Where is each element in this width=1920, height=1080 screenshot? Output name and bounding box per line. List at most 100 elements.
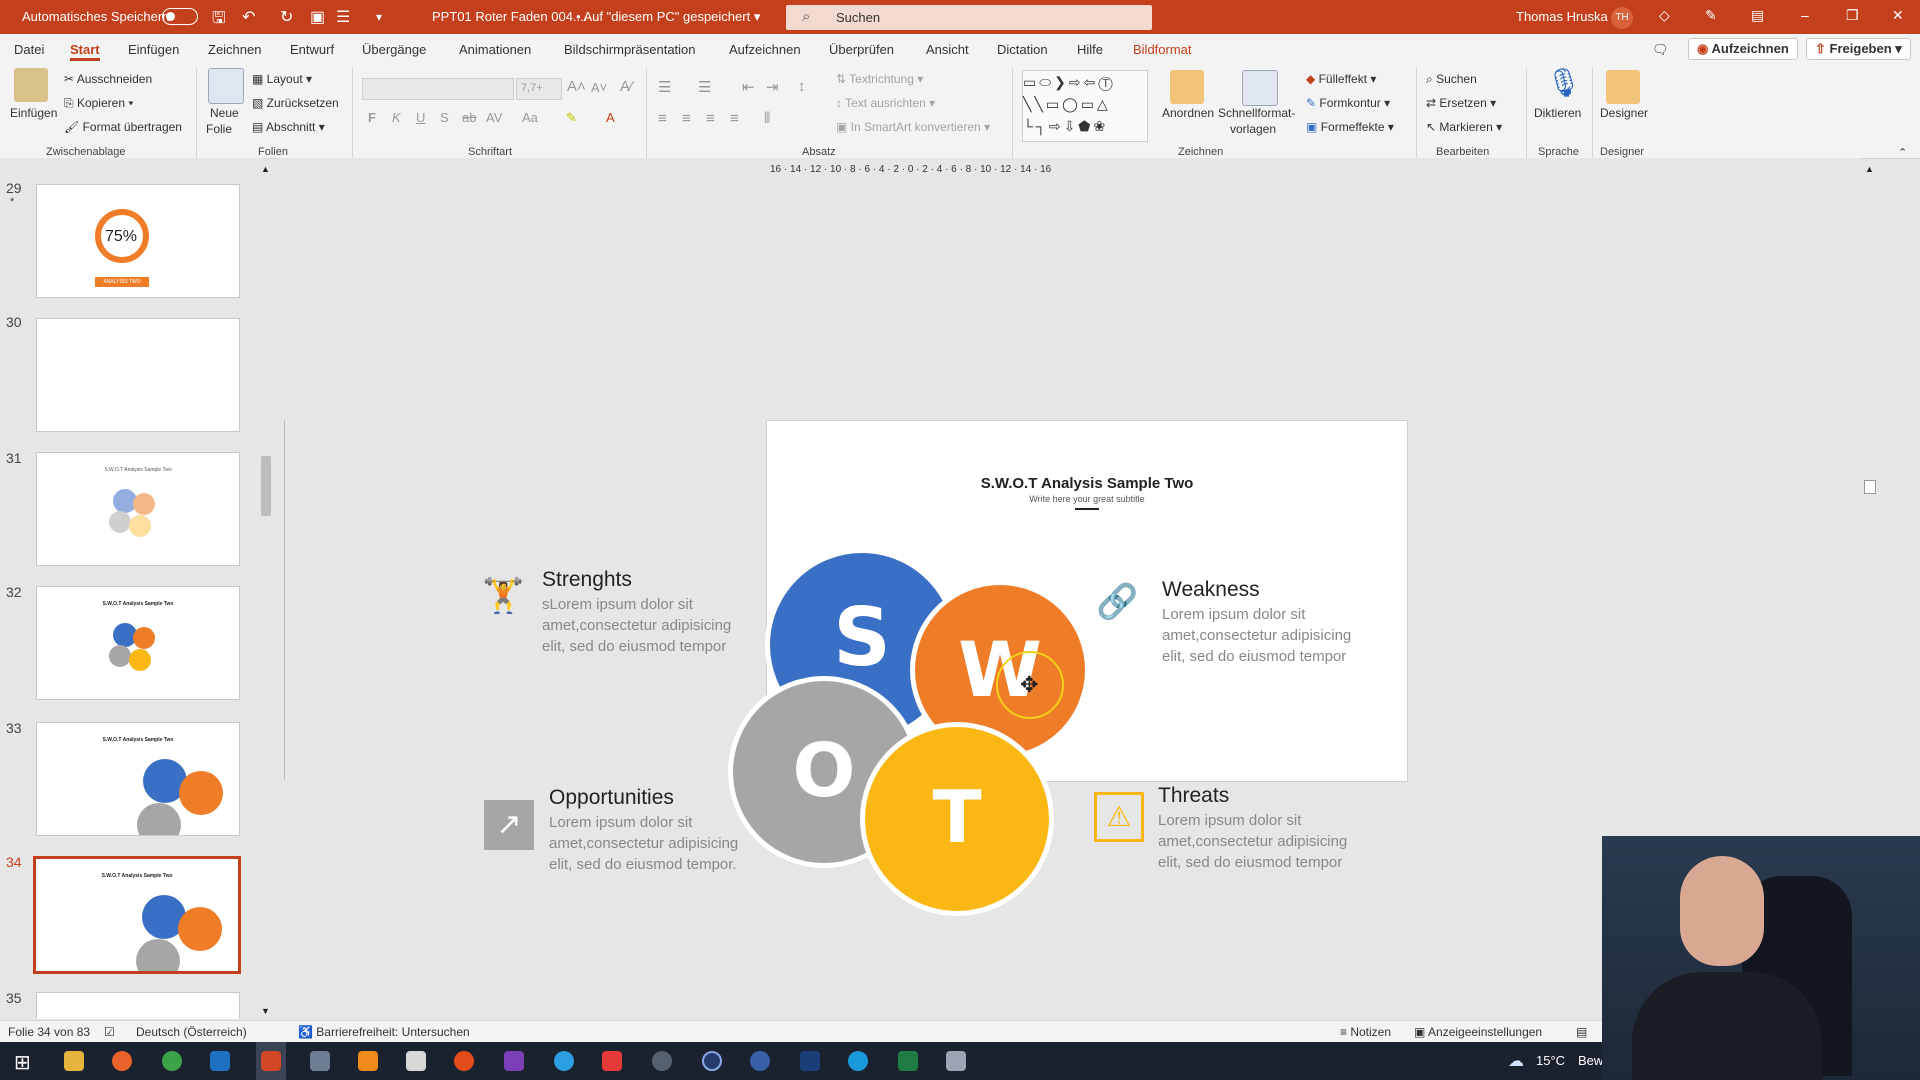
new-slide-label-2[interactable]: Folie xyxy=(206,122,232,136)
tab-slideshow[interactable]: Bildschirmpräsentation xyxy=(564,42,696,57)
spacing-icon[interactable]: AV xyxy=(486,110,502,125)
line-spacing-icon[interactable]: ↕ xyxy=(798,78,806,95)
underline-icon[interactable]: U xyxy=(416,110,425,125)
redo-icon[interactable]: ↻ xyxy=(280,7,293,27)
excel-icon[interactable] xyxy=(898,1051,918,1071)
text-direction-button[interactable]: ⇅ Textrichtung ▾ xyxy=(836,72,923,86)
slide-thumbnail-active[interactable]: S.W.O.T Analysis Sample Two xyxy=(33,856,241,974)
designer-button[interactable]: Designer xyxy=(1600,106,1648,120)
tab-transitions[interactable]: Übergänge xyxy=(362,42,426,57)
replace-button[interactable]: ⇄ Ersetzen ▾ xyxy=(1426,96,1496,110)
tab-help[interactable]: Hilfe xyxy=(1077,42,1103,57)
copy-button[interactable]: ⎘ Kopieren ▾ xyxy=(64,96,133,111)
ribbon-display-icon[interactable]: ▤ xyxy=(1751,7,1764,24)
slide-thumbnail[interactable]: S.W.O.T Analysis Sample Two xyxy=(36,586,240,700)
strengths-body[interactable]: sLorem ipsum dolor sit amet,consectetur … xyxy=(542,594,742,657)
word-icon[interactable] xyxy=(800,1051,820,1071)
quick-styles-icon[interactable] xyxy=(1242,70,1278,106)
tab-dictation[interactable]: Dictation xyxy=(997,42,1048,57)
arrange-button[interactable]: Anordnen xyxy=(1162,106,1214,120)
section-button[interactable]: ▤ Abschnitt ▾ xyxy=(252,120,325,134)
weather-text[interactable]: Bew xyxy=(1578,1053,1603,1068)
strikethrough-icon[interactable]: ab xyxy=(462,110,476,125)
weather-temp[interactable]: 15°C xyxy=(1536,1053,1565,1068)
pen-icon[interactable]: ✎ xyxy=(1705,7,1717,24)
paste-icon[interactable] xyxy=(14,68,48,102)
touch-mode-icon[interactable]: ☰ xyxy=(336,7,350,27)
scroll-up-icon[interactable]: ▲ xyxy=(1865,164,1874,174)
t-bubble[interactable]: T xyxy=(860,722,1054,916)
app-icon[interactable] xyxy=(652,1051,672,1071)
slide-title[interactable]: S.W.O.T Analysis Sample Two xyxy=(767,475,1407,492)
slide-thumbnail[interactable] xyxy=(36,318,240,432)
chrome-icon[interactable] xyxy=(162,1051,182,1071)
align-left-icon[interactable]: ≡ xyxy=(658,110,667,127)
autosave-toggle[interactable] xyxy=(162,8,198,25)
opportunities-body[interactable]: Lorem ipsum dolor sit amet,consectetur a… xyxy=(549,812,749,875)
fill-button[interactable]: ◆ Fülleffekt ▾ xyxy=(1306,72,1376,86)
onenote-icon[interactable] xyxy=(504,1051,524,1071)
cut-button[interactable]: ✂ Ausschneiden xyxy=(64,72,152,86)
search-box[interactable]: ⌕ Suchen xyxy=(786,5,1152,30)
italic-icon[interactable]: K xyxy=(392,110,401,125)
quick-styles-label-2[interactable]: vorlagen xyxy=(1230,122,1276,136)
format-painter-button[interactable]: 🖌 Format übertragen xyxy=(64,120,182,134)
strengths-heading[interactable]: Strenghts xyxy=(542,568,632,592)
tab-file[interactable]: Datei xyxy=(14,42,44,57)
app-icon[interactable] xyxy=(702,1051,722,1071)
tab-start[interactable]: Start xyxy=(70,42,100,57)
font-family-input[interactable] xyxy=(362,78,514,100)
scroll-down-icon[interactable]: ▼ xyxy=(261,1006,270,1016)
layout-button[interactable]: ▦ Layout ▾ xyxy=(252,72,312,86)
tab-picture-format[interactable]: Bildformat xyxy=(1133,42,1192,57)
slide-thumbnail[interactable]: 75% ANALYSIS TWO xyxy=(36,184,240,298)
smartart-button[interactable]: ▣ In SmartArt konvertieren ▾ xyxy=(836,120,990,134)
minimize-icon[interactable]: – xyxy=(1801,7,1809,23)
edge-icon[interactable] xyxy=(848,1051,868,1071)
display-settings-button[interactable]: ▣ Anzeigeeinstellungen xyxy=(1414,1025,1542,1039)
increase-indent-icon[interactable]: ⇥ xyxy=(766,78,779,96)
slide-thumbnail[interactable]: S.W.O.T Analysis Sample Two xyxy=(36,722,240,836)
scroll-up-icon[interactable]: ▲ xyxy=(261,164,270,174)
microphone-icon[interactable]: 🎙 xyxy=(1546,66,1582,99)
find-button[interactable]: ⌕ Suchen xyxy=(1426,72,1477,87)
restore-icon[interactable]: ❐ xyxy=(1846,7,1859,24)
user-name[interactable]: Thomas Hruska xyxy=(1516,9,1608,24)
comments-icon[interactable]: 🗨 xyxy=(1652,42,1669,58)
highlight-icon[interactable]: ✎ xyxy=(566,110,577,126)
notes-button[interactable]: ≡ Notizen xyxy=(1340,1025,1391,1039)
weakness-body[interactable]: Lorem ipsum dolor sit amet,consectetur a… xyxy=(1162,604,1362,667)
bold-icon[interactable]: F xyxy=(368,110,376,125)
save-location[interactable]: • Auf "diesem PC" gespeichert ▾ xyxy=(576,9,760,25)
select-button[interactable]: ↖ Markieren ▾ xyxy=(1426,120,1502,134)
decrease-indent-icon[interactable]: ⇤ xyxy=(742,78,755,96)
undo-icon[interactable]: ↶ xyxy=(242,7,255,27)
quick-styles-label-1[interactable]: Schnellformat- xyxy=(1218,106,1295,120)
slide-thumbnail[interactable]: S.W.O.T Analysis Sample Two xyxy=(36,452,240,566)
threats-heading[interactable]: Threats xyxy=(1158,784,1229,808)
arrange-icon[interactable] xyxy=(1170,70,1204,104)
justify-icon[interactable]: ≡ xyxy=(730,110,739,127)
font-color-icon[interactable]: A xyxy=(606,110,615,125)
customize-qat-icon[interactable]: ▾ xyxy=(376,10,382,24)
reset-button[interactable]: ▧ Zurücksetzen xyxy=(252,96,339,110)
file-explorer-icon[interactable] xyxy=(64,1051,84,1071)
accessibility-button[interactable]: ♿ Barrierefreiheit: Untersuchen xyxy=(298,1025,470,1039)
effects-button[interactable]: ▣ Formeffekte ▾ xyxy=(1306,120,1394,134)
save-icon[interactable]: 🖫 xyxy=(212,7,226,34)
firefox-icon[interactable] xyxy=(112,1051,132,1071)
vlc-icon[interactable] xyxy=(358,1051,378,1071)
share-button[interactable]: ⇧ Freigeben ▾ xyxy=(1806,38,1911,60)
spelling-icon[interactable]: ☑ xyxy=(104,1025,115,1039)
align-center-icon[interactable]: ≡ xyxy=(682,110,691,127)
slide-subtitle[interactable]: Write here your great subtitle xyxy=(767,494,1407,504)
shadow-icon[interactable]: S xyxy=(440,110,449,125)
clear-format-icon[interactable]: A⁄ xyxy=(620,78,633,95)
diamond-icon[interactable]: ◇ xyxy=(1659,7,1670,24)
new-slide-label-1[interactable]: Neue xyxy=(210,106,239,120)
shrink-font-icon[interactable]: A˅ xyxy=(591,80,607,95)
bullets-icon[interactable]: ☰ xyxy=(658,78,671,96)
shapes-gallery[interactable]: ▭⬭❯⇨⇦Ⓣ ╲╲▭◯▭△ └┐⇨⇩⬟❀ xyxy=(1022,70,1148,142)
outlook-icon[interactable] xyxy=(210,1051,230,1071)
app-icon[interactable] xyxy=(750,1051,770,1071)
